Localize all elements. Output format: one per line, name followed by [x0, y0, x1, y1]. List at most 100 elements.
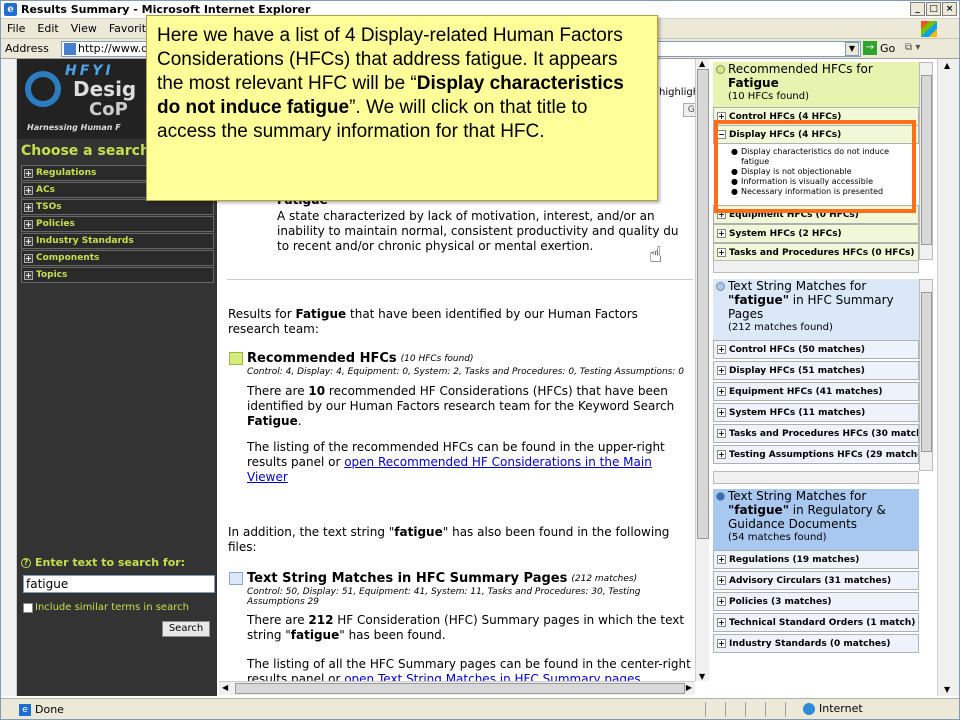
info-circle-icon[interactable]: [716, 282, 725, 291]
center-horizontal-scrollbar[interactable]: ◀ ▶: [219, 681, 695, 695]
display-hfc-label: Information is visually accessible: [740, 177, 873, 186]
rec-panel-h-scrollbar[interactable]: [713, 260, 919, 273]
scroll-up-icon[interactable]: ▲: [699, 59, 705, 68]
help-icon[interactable]: ?: [21, 557, 31, 568]
scroll-up-icon[interactable]: ▲: [944, 61, 950, 70]
scroll-down-icon[interactable]: ▼: [944, 685, 950, 694]
window-controls: _ □ ×: [910, 2, 957, 16]
rec-panel-scrollbar[interactable]: [919, 62, 933, 260]
right-item-advisory-circulars[interactable]: + Advisory Circulars (31 matches): [713, 571, 919, 590]
scroll-left-icon[interactable]: ◀: [222, 683, 228, 692]
page-done-icon: e: [19, 703, 31, 716]
right-item-display-matches[interactable]: + Display HFCs (51 matches): [713, 361, 919, 380]
expand-icon: +: [24, 270, 33, 280]
enter-text-label: Enter text to search for:: [35, 556, 186, 569]
left-nav-item-topics[interactable]: + Topics: [21, 267, 214, 283]
green-square-icon: [229, 352, 243, 365]
ts-panel-h-scrollbar[interactable]: [713, 471, 919, 484]
expand-icon: +: [717, 555, 726, 564]
status-bar: e Done Internet: [1, 698, 959, 719]
display-hfc-item[interactable]: ● Necessary information is presented: [731, 187, 917, 197]
scroll-thumb[interactable]: [921, 75, 932, 245]
right-item-label: Advisory Circulars (31 matches): [729, 575, 892, 586]
search-input[interactable]: fatigue: [23, 575, 215, 593]
expand-icon: +: [717, 576, 726, 585]
security-zone: Internet: [803, 702, 863, 715]
logo-cop-text: CoP: [89, 99, 128, 120]
right-item-regulations[interactable]: + Regulations (19 matches): [713, 550, 919, 569]
right-item-display-hfcs[interactable]: − Display HFCs (4 HFCs): [713, 125, 919, 144]
definition-text: A state characterized by lack of motivat…: [277, 209, 679, 253]
right-item-system-hfcs[interactable]: + System HFCs (2 HFCs): [713, 224, 919, 243]
enter-text-heading: ? Enter text to search for:: [21, 556, 185, 569]
right-item-tsos[interactable]: + Technical Standard Orders (1 match): [713, 613, 919, 632]
right-item-system-matches[interactable]: + System HFCs (11 matches): [713, 403, 919, 422]
recommended-panel-header: Recommended HFCs for Fatigue (10 HFCs fo…: [713, 62, 919, 110]
center-vertical-scrollbar[interactable]: ▲ ▼: [695, 59, 709, 681]
address-label: Address: [5, 42, 49, 55]
search-button[interactable]: Search: [162, 621, 210, 637]
address-dropdown-icon[interactable]: ▼: [845, 42, 859, 56]
right-item-equipment-hfcs[interactable]: + Equipment HFCs (0 HFCs): [713, 205, 919, 224]
status-panes: [705, 702, 803, 717]
ts-head-line3: Pages: [728, 307, 764, 321]
ts-head-keyword: "fatigue": [728, 293, 789, 307]
ts-panel-scrollbar[interactable]: [919, 279, 933, 471]
left-nav-item-tsos[interactable]: + TSOs: [21, 199, 214, 215]
expand-icon: +: [717, 408, 726, 417]
bullet-icon: ●: [731, 187, 738, 196]
page-icon: [64, 43, 76, 55]
similar-terms-checkbox[interactable]: [23, 602, 33, 613]
bullet-icon: ●: [731, 147, 738, 156]
rec-title: Recommended HFCs: [247, 351, 397, 366]
rg-head-count: (54 matches found): [728, 532, 827, 543]
recommended-hfcs-section-title: Recommended HFCs (10 HFCs found): [229, 351, 474, 366]
gear-logo-icon: [25, 71, 61, 107]
expand-icon: +: [717, 387, 726, 396]
left-nav-item-components[interactable]: + Components: [21, 250, 214, 266]
scroll-down-icon[interactable]: ▼: [699, 672, 705, 681]
right-item-policies[interactable]: + Policies (3 matches): [713, 592, 919, 611]
right-item-control-hfcs[interactable]: + Control HFCs (4 HFCs): [713, 107, 919, 126]
highlight-label: highlight:: [659, 87, 695, 98]
similar-terms-option[interactable]: Include similar terms in search: [23, 602, 189, 613]
right-item-testing-matches[interactable]: + Testing Assumptions HFCs (29 matche: [713, 445, 919, 464]
ts-head-line2: in HFC Summary: [788, 293, 894, 307]
expand-icon: +: [24, 185, 33, 195]
ts-panel-header: Text String Matches for "fatigue" in HFC…: [713, 279, 919, 341]
tutorial-callout: Here we have a list of 4 Display-related…: [146, 15, 658, 201]
highlight-go-button[interactable]: Go: [683, 103, 695, 117]
text-string-section-title: Text String Matches in HFC Summary Pages…: [229, 571, 637, 586]
left-nav-item-industry-standards[interactable]: + Industry Standards: [21, 233, 214, 249]
open-text-string-link[interactable]: open Text String Matches in HFC Summary …: [344, 672, 640, 681]
menu-file[interactable]: File: [7, 22, 25, 35]
results-intro: Results for Fatigue that have been ident…: [228, 307, 638, 336]
h-scroll-thumb[interactable]: [235, 683, 685, 694]
scroll-thumb[interactable]: [921, 292, 932, 452]
right-item-industry-standards[interactable]: + Industry Standards (0 matches): [713, 634, 919, 653]
right-item-equipment-matches[interactable]: + Equipment HFCs (41 matches): [713, 382, 919, 401]
menu-edit[interactable]: Edit: [37, 22, 58, 35]
collapse-icon: −: [717, 130, 726, 139]
maximize-button[interactable]: □: [926, 2, 941, 16]
right-item-tasks-matches[interactable]: + Tasks and Procedures HFCs (30 match: [713, 424, 919, 443]
menu-view[interactable]: View: [71, 22, 97, 35]
display-hfc-item[interactable]: ● Information is visually accessible: [731, 177, 917, 187]
window-vertical-scrollbar[interactable]: ▲ ▼: [937, 59, 959, 696]
scroll-thumb[interactable]: [697, 69, 709, 539]
rec-head-keyword: Fatigue: [728, 76, 779, 90]
right-item-label: Display HFCs (51 matches): [729, 365, 865, 376]
scroll-right-icon[interactable]: ▶: [686, 683, 692, 692]
left-nav-item-policies[interactable]: + Policies: [21, 216, 214, 232]
minus-circle-icon[interactable]: [716, 65, 725, 74]
close-button[interactable]: ×: [942, 2, 957, 16]
links-icon[interactable]: ⧉ ▾: [905, 42, 920, 53]
minimize-button[interactable]: _: [910, 2, 925, 16]
go-button[interactable]: → Go: [863, 41, 895, 55]
display-hfc-item[interactable]: ● Display is not objectionable: [731, 167, 917, 177]
globe-icon: [803, 702, 815, 715]
rec-count: (10 HFCs found): [400, 353, 474, 364]
right-item-control-matches[interactable]: + Control HFCs (50 matches): [713, 340, 919, 359]
display-hfc-item[interactable]: ● Display characteristics do not induce f…: [731, 147, 917, 167]
info-circle-icon[interactable]: [716, 492, 725, 501]
